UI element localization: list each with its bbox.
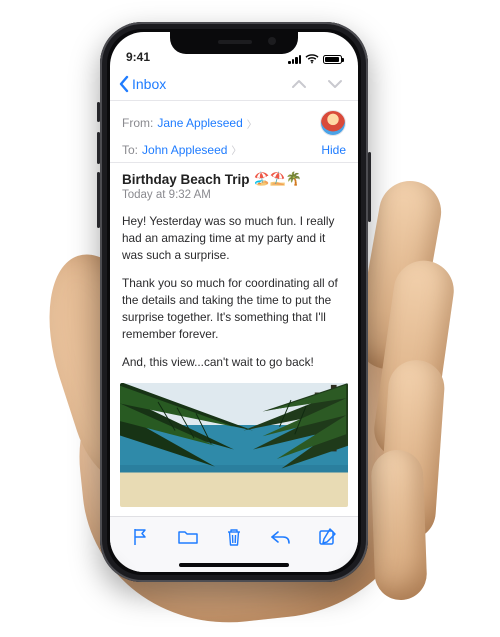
message-body: Hey! Yesterday was so much fun. I really… (110, 207, 358, 371)
avatar[interactable] (320, 110, 346, 136)
screen: 9:41 Inbox (110, 32, 358, 572)
body-paragraph: Hey! Yesterday was so much fun. I really… (122, 213, 346, 263)
from-label: From: (122, 116, 153, 130)
bottom-toolbar (110, 516, 358, 572)
body-paragraph: And, this view...can't wait to go back! (122, 354, 346, 371)
mute-switch (97, 102, 100, 122)
from-name[interactable]: Jane Appleseed (157, 116, 242, 130)
flag-icon[interactable] (131, 527, 151, 547)
back-button[interactable]: Inbox (118, 75, 166, 93)
folder-icon[interactable] (177, 528, 199, 546)
volume-up-button (97, 132, 100, 164)
subject-title: Birthday Beach Trip (122, 172, 250, 187)
nav-bar: Inbox (110, 68, 358, 100)
power-button (368, 152, 371, 222)
to-label: To: (122, 143, 138, 157)
next-message-icon[interactable] (326, 77, 344, 91)
notch (170, 32, 298, 54)
subject-emoji: 🏖️⛱️🌴 (254, 171, 303, 187)
home-indicator[interactable] (179, 563, 289, 567)
attached-photo[interactable] (120, 383, 348, 507)
body-paragraph: Thank you so much for coordinating all o… (122, 275, 346, 342)
back-label: Inbox (132, 76, 166, 92)
wifi-icon (305, 54, 319, 64)
chevron-right-icon: 〉 (231, 142, 241, 157)
message-header: From: Jane Appleseed 〉 To: John Applesee… (110, 101, 358, 162)
compose-icon[interactable] (317, 527, 337, 547)
trash-icon[interactable] (225, 527, 243, 547)
to-name[interactable]: John Appleseed (142, 143, 227, 157)
hide-button[interactable]: Hide (321, 143, 346, 157)
subject-date: Today at 9:32 AM (122, 189, 346, 201)
reply-icon[interactable] (269, 528, 291, 546)
chevron-left-icon (118, 75, 130, 93)
volume-down-button (97, 172, 100, 228)
cell-signal-icon (288, 54, 301, 64)
chevron-right-icon: 〉 (247, 116, 257, 131)
prev-message-icon[interactable] (290, 77, 308, 91)
battery-icon (323, 55, 342, 64)
subject-block: Birthday Beach Trip 🏖️⛱️🌴 Today at 9:32 … (110, 163, 358, 207)
phone-device-frame: 9:41 Inbox (100, 22, 368, 582)
status-time: 9:41 (126, 50, 150, 64)
